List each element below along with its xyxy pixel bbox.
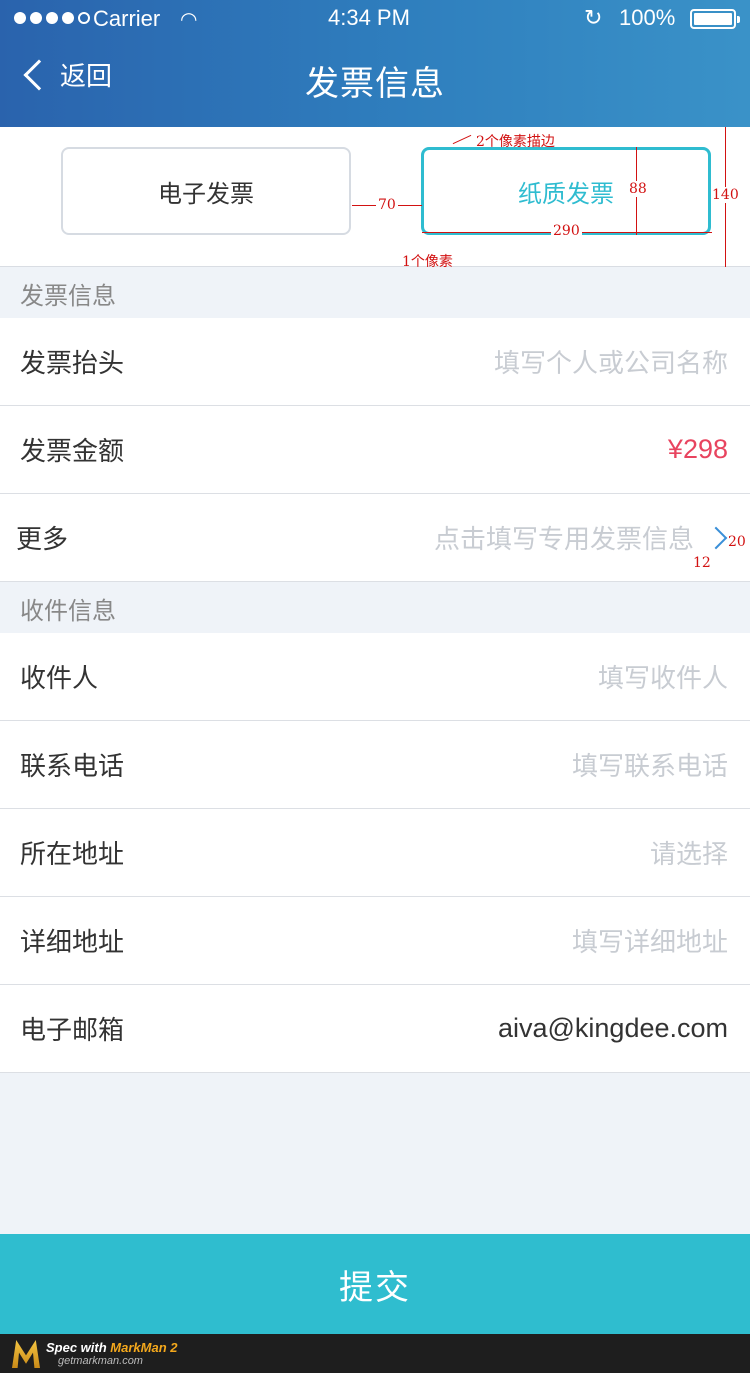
spec-width-label: 290 [551,223,582,239]
battery-icon [690,9,740,29]
phone-row[interactable]: 联系电话 填写联系电话 [0,721,750,809]
recipient-row[interactable]: 收件人 填写收件人 [0,633,750,721]
invoice-title-row[interactable]: 发票抬头 填写个人或公司名称 [0,318,750,406]
invoice-amount-value: ¥298 [667,434,728,464]
rotation-lock-icon: ↻ [584,6,603,31]
header: Carrier ◠ 4:34 PM ↻ 100% 返回 发票信息 [0,0,750,127]
electronic-invoice-button[interactable]: 电子发票 [61,147,351,235]
address-input[interactable]: 填写详细地址 [572,922,728,959]
markman-logo-icon [12,1340,40,1368]
row-label: 发票抬头 [20,349,125,379]
row-label: 收件人 [20,664,99,694]
spec-stroke-note: 2个像素描边 [476,134,555,150]
page-title: 发票信息 [305,64,445,104]
more-row[interactable]: 更多 点击填写专用发票信息 20 12 [0,494,750,582]
nav-bar: 返回 发票信息 [0,40,750,127]
spec-gap-label: 70 [376,197,398,213]
spec-height-label: 88 [628,181,648,197]
section-header-invoice: 发票信息 [0,268,750,318]
spec-arrow-size: 12 [693,555,711,571]
signal-icon [14,12,90,24]
more-value: 点击填写专用发票信息 [433,519,728,556]
invoice-type-selector: 电子发票 纸质发票 2个像素描边 70 290 88 140 1个像素 [0,127,750,270]
chevron-right-icon [704,526,728,549]
row-label: 详细地址 [20,928,125,958]
submit-button[interactable]: 提交 [0,1234,750,1334]
recipient-input[interactable]: 填写收件人 [598,658,728,695]
row-label: 所在地址 [20,840,125,870]
phone-input[interactable]: 填写联系电话 [572,746,728,783]
spec-arrow-margin: 20 [728,534,746,550]
invoice-title-input[interactable]: 填写个人或公司名称 [494,343,728,380]
row-label: 电子邮箱 [20,1016,125,1046]
email-input[interactable]: aiva@kingdee.com [498,1013,728,1044]
address-row[interactable]: 详细地址 填写详细地址 [0,897,750,985]
footer-line2: getmarkman.com [58,1355,143,1367]
region-row[interactable]: 所在地址 请选择 [0,809,750,897]
region-select[interactable]: 请选择 [650,834,728,871]
more-placeholder: 点击填写专用发票信息 [433,525,694,555]
spec-area-height-label: 140 [711,187,740,203]
footer-line1: Spec with MarkMan 2 [46,1340,178,1355]
status-bar: Carrier ◠ 4:34 PM ↻ 100% [0,0,750,40]
status-time: 4:34 PM [328,5,410,30]
invoice-amount-row: 发票金额 ¥298 [0,406,750,494]
section-header-shipping: 收件信息 [0,583,750,633]
row-label: 更多 [16,525,69,555]
wifi-icon: ◠ [180,7,198,31]
row-label: 发票金额 [20,437,125,467]
row-label: 联系电话 [20,752,125,782]
markman-footer: Spec with MarkMan 2 getmarkman.com [0,1334,750,1373]
paper-invoice-button[interactable]: 纸质发票 [421,147,711,235]
spec-arrow-line [452,134,472,145]
battery-percent: 100% [619,5,676,30]
email-row[interactable]: 电子邮箱 aiva@kingdee.com [0,985,750,1073]
carrier-label: Carrier [93,6,161,31]
